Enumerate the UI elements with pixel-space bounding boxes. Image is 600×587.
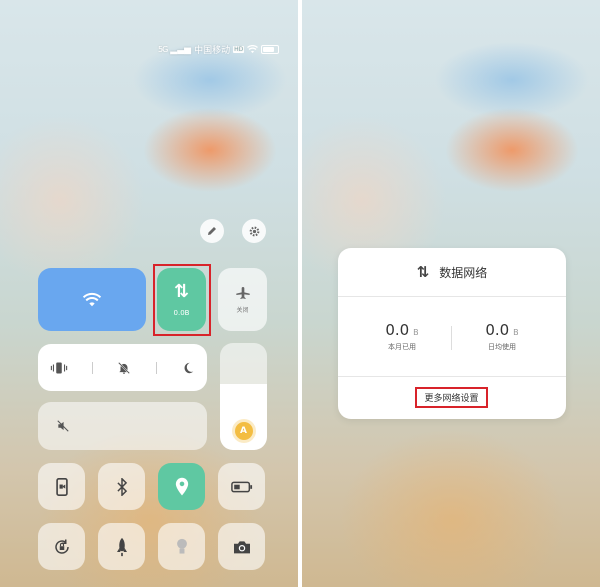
game-boost-toggle[interactable] [98, 523, 145, 570]
signal-bars-icon: ▂▃▅ [170, 44, 192, 55]
divider [338, 376, 566, 377]
settings-button[interactable] [242, 219, 266, 243]
flashlight-icon [175, 538, 189, 556]
battery-status-icon [261, 45, 280, 54]
location-icon [174, 477, 190, 497]
camera-icon [232, 539, 252, 555]
stat-separator [451, 326, 452, 350]
battery-saver-toggle[interactable] [218, 463, 265, 510]
silent-bell-icon [117, 361, 131, 375]
airplane-icon [235, 285, 251, 301]
sound-modes-group [38, 344, 207, 391]
volume-slider[interactable] [38, 402, 207, 450]
carrier-name: 中国移动 [194, 46, 231, 56]
camera-button[interactable] [218, 523, 265, 570]
signal-indicator: 5G [158, 45, 168, 54]
location-toggle[interactable] [158, 463, 205, 510]
pencil-icon [206, 225, 218, 237]
vibrate-icon [50, 361, 68, 375]
brightness-slider[interactable]: A [220, 343, 267, 450]
more-network-settings-button[interactable]: 更多网络设置 [415, 387, 488, 408]
stat-value: 0.0 [485, 321, 510, 339]
stat-caption: 日均使用 [488, 343, 516, 351]
dialog-title: 数据网络 [439, 265, 488, 280]
wifi-icon [82, 292, 102, 308]
edit-button[interactable] [200, 219, 224, 243]
rotation-lock-icon [53, 538, 71, 556]
battery-icon [230, 481, 253, 493]
stat-daily-average: 0.0 B 日均使用 [462, 320, 542, 352]
silent-button[interactable] [117, 361, 131, 375]
wifi-status-icon [247, 45, 259, 54]
stat-unit: B [413, 328, 419, 337]
stat-caption: 本月已用 [388, 343, 416, 351]
mode-separator [92, 361, 94, 374]
flashlight-toggle[interactable] [158, 523, 205, 570]
data-arrows-icon: ⇅ [416, 263, 430, 281]
rotation-lock-toggle[interactable] [38, 523, 85, 570]
stat-unit: B [513, 328, 519, 337]
bluetooth-toggle[interactable] [98, 463, 145, 510]
airplane-label: 关闭 [236, 307, 249, 314]
wifi-toggle[interactable] [38, 268, 146, 331]
moon-icon [181, 361, 195, 375]
screen-record-icon [55, 477, 69, 496]
gear-icon [248, 225, 261, 238]
brightness-fill [220, 383, 267, 450]
dialog-header: ⇅ 数据网络 [338, 248, 566, 296]
bluetooth-icon [116, 477, 128, 496]
vibrate-button[interactable] [50, 361, 68, 375]
sun-icon: A [234, 422, 253, 440]
mode-separator [155, 361, 157, 374]
stat-monthly-used: 0.0 B 本月已用 [362, 320, 442, 352]
screen-record-button[interactable] [38, 463, 85, 510]
do-not-disturb-button[interactable] [181, 361, 195, 375]
stat-value: 0.0 [385, 321, 410, 339]
status-bar: 5G ▂▃▅ 中国移动 HD [158, 43, 280, 56]
divider [338, 296, 566, 297]
mute-icon [56, 419, 70, 433]
airplane-mode-toggle[interactable]: 关闭 [218, 268, 267, 331]
rocket-icon [115, 537, 129, 557]
data-tile-highlight [153, 264, 211, 336]
hd-badge: HD [233, 46, 245, 53]
